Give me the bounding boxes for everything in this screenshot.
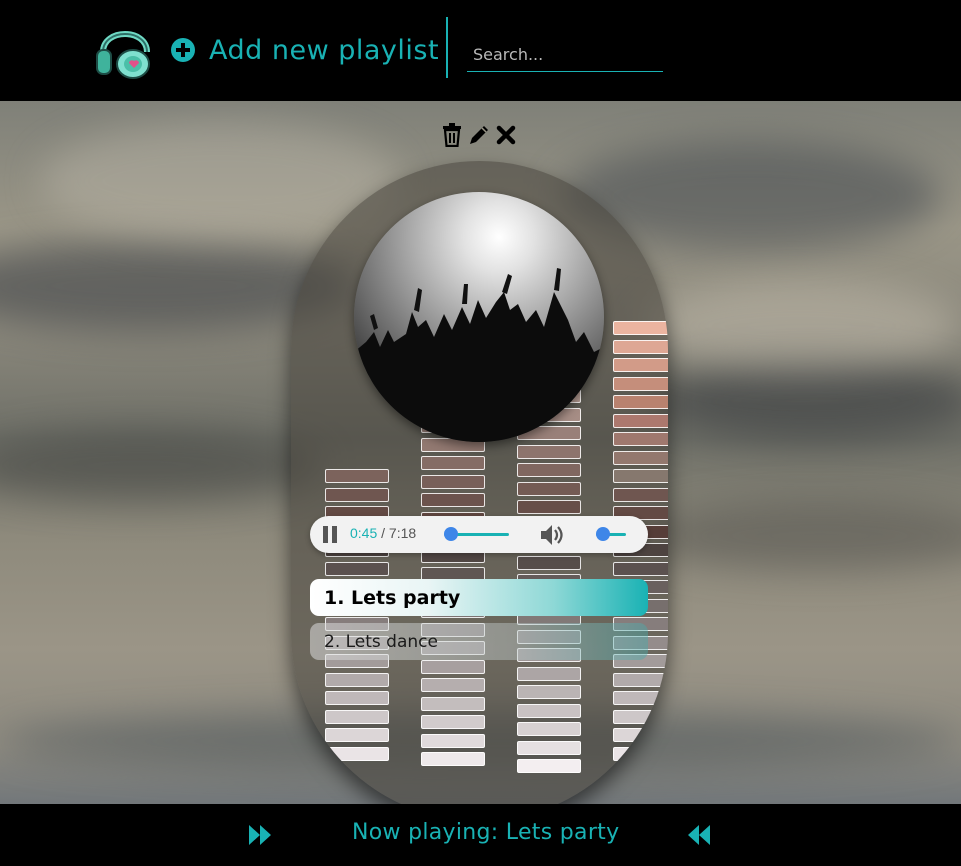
equalizer-segment (325, 747, 389, 761)
equalizer-segment (517, 759, 581, 773)
equalizer-segment (613, 432, 668, 446)
now-playing-text: Now playing: Lets party (352, 820, 620, 845)
equalizer-segment (613, 340, 668, 354)
top-bar: Add new playlist (0, 0, 961, 101)
equalizer-segment (613, 710, 668, 724)
equalizer-segment (613, 673, 668, 687)
trash-icon[interactable] (441, 123, 463, 147)
equalizer-segment (517, 667, 581, 681)
equalizer-segment (325, 691, 389, 705)
equalizer-segment (325, 469, 389, 483)
playlist-toolbar (441, 123, 517, 147)
pause-icon[interactable] (322, 526, 338, 543)
equalizer-segment (325, 710, 389, 724)
rewind-icon[interactable] (687, 823, 711, 847)
equalizer-segment (421, 493, 485, 507)
track-label: 2. Lets dance (324, 631, 438, 652)
equalizer-segment (613, 488, 668, 502)
add-playlist-button[interactable]: Add new playlist (171, 30, 439, 70)
add-playlist-label: Add new playlist (209, 34, 440, 66)
track-item-1[interactable]: 1. Lets party (310, 579, 648, 616)
time-separator: / (377, 525, 389, 541)
volume-slider-thumb[interactable] (596, 527, 610, 541)
headphones-logo-icon[interactable] (95, 16, 155, 80)
equalizer-segment (517, 722, 581, 736)
equalizer-segment (325, 488, 389, 502)
equalizer-segment (613, 691, 668, 705)
equalizer-segment (421, 475, 485, 489)
equalizer-segment (517, 482, 581, 496)
volume-icon[interactable] (539, 523, 565, 547)
equalizer-segment (613, 469, 668, 483)
equalizer-segment (613, 377, 668, 391)
search-input[interactable] (467, 38, 663, 72)
equalizer-segment (613, 765, 668, 779)
current-time: 0:45 (350, 525, 378, 541)
equalizer-segment (421, 715, 485, 729)
album-cover-image (354, 192, 604, 442)
pencil-icon[interactable] (467, 123, 491, 147)
fast-forward-icon[interactable] (248, 823, 272, 847)
equalizer-segment (613, 747, 668, 761)
equalizer-segment (613, 728, 668, 742)
close-icon[interactable] (495, 123, 517, 147)
header-divider (446, 17, 448, 78)
equalizer-segment (517, 463, 581, 477)
equalizer-segment (421, 752, 485, 766)
equalizer-segment (517, 685, 581, 699)
time-display: 0:45 / 7:18 (350, 525, 416, 541)
equalizer-segment (421, 660, 485, 674)
equalizer-segment (325, 728, 389, 742)
equalizer-segment (517, 741, 581, 755)
equalizer-segment (613, 321, 668, 335)
equalizer-segment (517, 445, 581, 459)
background-sky (0, 101, 961, 804)
equalizer-segment (613, 451, 668, 465)
equalizer-segment (325, 673, 389, 687)
equalizer-segment (517, 556, 581, 570)
track-label: 1. Lets party (324, 586, 461, 609)
equalizer-segment (517, 500, 581, 514)
audio-player: 0:45 / 7:18 (310, 516, 648, 553)
equalizer-segment (613, 395, 668, 409)
plus-circle-icon (171, 38, 195, 62)
equalizer-segment (517, 704, 581, 718)
equalizer-segment (421, 697, 485, 711)
bottom-bar: Now playing: Lets party (0, 804, 961, 866)
playlist-capsule (291, 161, 668, 804)
equalizer-segment (421, 734, 485, 748)
equalizer-segment (421, 456, 485, 470)
equalizer-segment (421, 678, 485, 692)
progress-slider-thumb[interactable] (444, 527, 458, 541)
equalizer-segment (613, 358, 668, 372)
equalizer-segment (613, 414, 668, 428)
equalizer-segment (613, 562, 668, 576)
duration: 7:18 (388, 525, 417, 541)
track-item-2[interactable]: 2. Lets dance (310, 623, 648, 660)
equalizer-segment (325, 562, 389, 576)
